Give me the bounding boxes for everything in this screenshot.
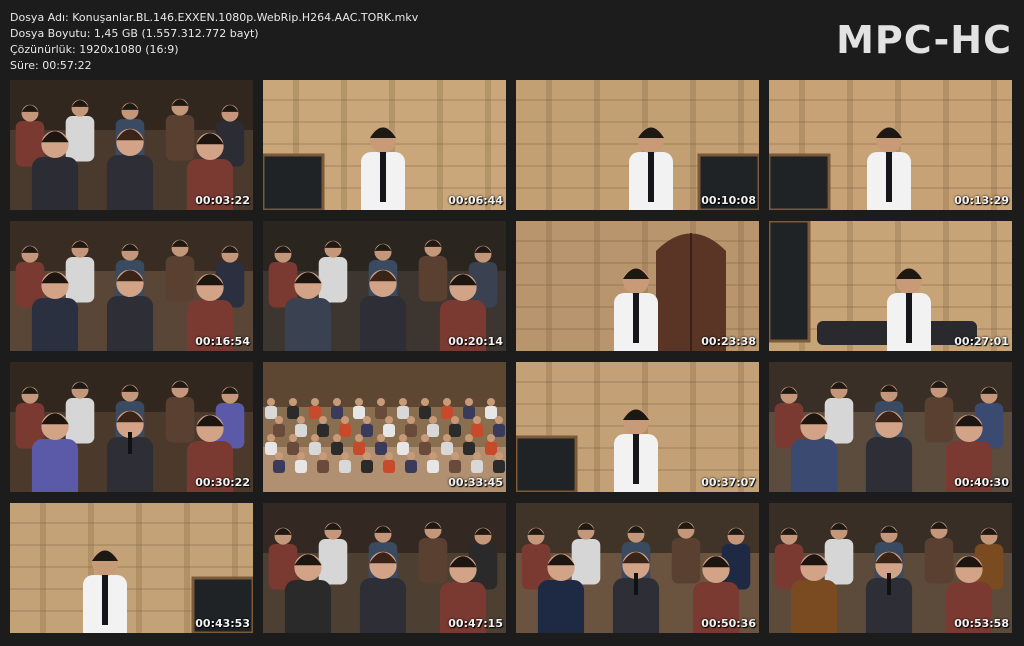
- thumbnail-frame-image: [10, 80, 253, 210]
- timestamp-label: 00:10:08: [701, 194, 756, 207]
- thumbnail-frame-image: [769, 221, 1012, 351]
- thumbnail-frame-image: [10, 503, 253, 633]
- video-thumbnail[interactable]: 00:13:29: [769, 80, 1012, 210]
- resolution-text: Çözünürlük: 1920x1080 (16:9): [10, 43, 179, 56]
- timestamp-label: 00:16:54: [195, 335, 250, 348]
- thumbnail-frame-image: [516, 362, 759, 492]
- thumbnail-frame-image: [10, 221, 253, 351]
- mpc-hc-logo: MPC-HC: [836, 18, 1012, 62]
- file-size-text: Dosya Boyutu: 1,45 GB (1.557.312.772 bay…: [10, 27, 259, 40]
- video-thumbnail[interactable]: 00:10:08: [516, 80, 759, 210]
- chalkboard-sign: [769, 221, 811, 343]
- thumbnail-frame-image: [516, 80, 759, 210]
- timestamp-label: 00:20:14: [448, 335, 503, 348]
- video-thumbnail[interactable]: 00:50:36: [516, 503, 759, 633]
- timestamp-label: 00:06:44: [448, 194, 503, 207]
- thumbnail-frame-image: [263, 80, 506, 210]
- timestamp-label: 00:27:01: [954, 335, 1009, 348]
- timestamp-label: 00:30:22: [195, 476, 250, 489]
- timestamp-label: 00:23:38: [701, 335, 756, 348]
- video-thumbnail[interactable]: 00:23:38: [516, 221, 759, 351]
- video-thumbnail[interactable]: 00:43:53: [10, 503, 253, 633]
- video-thumbnail[interactable]: 00:40:30: [769, 362, 1012, 492]
- video-thumbnail[interactable]: 00:06:44: [263, 80, 506, 210]
- timestamp-label: 00:50:36: [701, 617, 756, 630]
- video-thumbnail[interactable]: 00:30:22: [10, 362, 253, 492]
- video-thumbnail[interactable]: 00:47:15: [263, 503, 506, 633]
- video-thumbnail[interactable]: 00:27:01: [769, 221, 1012, 351]
- timestamp-label: 00:43:53: [195, 617, 250, 630]
- thumbnail-frame-image: [263, 503, 506, 633]
- timestamp-label: 00:53:58: [954, 617, 1009, 630]
- timestamp-label: 00:33:45: [448, 476, 503, 489]
- chalkboard-sign: [769, 153, 831, 210]
- video-thumbnail[interactable]: 00:37:07: [516, 362, 759, 492]
- timestamp-label: 00:37:07: [701, 476, 756, 489]
- thumbnail-grid: 00:03:22 00:06:44 00:10:08 00:13:29 00:16:54…: [10, 80, 1012, 634]
- duration-text: Süre: 00:57:22: [10, 59, 92, 72]
- thumbnail-frame-image: [516, 503, 759, 633]
- thumbnail-frame-image: [10, 362, 253, 492]
- thumbnail-frame-image: [769, 362, 1012, 492]
- timestamp-label: 00:47:15: [448, 617, 503, 630]
- thumbnail-frame-image: [263, 221, 506, 351]
- thumbnail-frame-image: [769, 80, 1012, 210]
- timestamp-label: 00:40:30: [954, 476, 1009, 489]
- video-thumbnail[interactable]: 00:33:45: [263, 362, 506, 492]
- thumbnail-frame-image: [769, 503, 1012, 633]
- video-thumbnail[interactable]: 00:53:58: [769, 503, 1012, 633]
- video-thumbnail[interactable]: 00:03:22: [10, 80, 253, 210]
- file-name-text: Dosya Adı: Konuşanlar.BL.146.EXXEN.1080p…: [10, 11, 419, 24]
- video-thumbnail[interactable]: 00:20:14: [263, 221, 506, 351]
- thumbnail-frame-image: [263, 362, 506, 492]
- file-info-panel: Dosya Adı: Konuşanlar.BL.146.EXXEN.1080p…: [10, 10, 418, 74]
- video-thumbnail[interactable]: 00:16:54: [10, 221, 253, 351]
- chalkboard-sign: [263, 153, 325, 210]
- timestamp-label: 00:13:29: [954, 194, 1009, 207]
- timestamp-label: 00:03:22: [195, 194, 250, 207]
- thumbnail-frame-image: [516, 221, 759, 351]
- chalkboard-sign: [516, 435, 578, 492]
